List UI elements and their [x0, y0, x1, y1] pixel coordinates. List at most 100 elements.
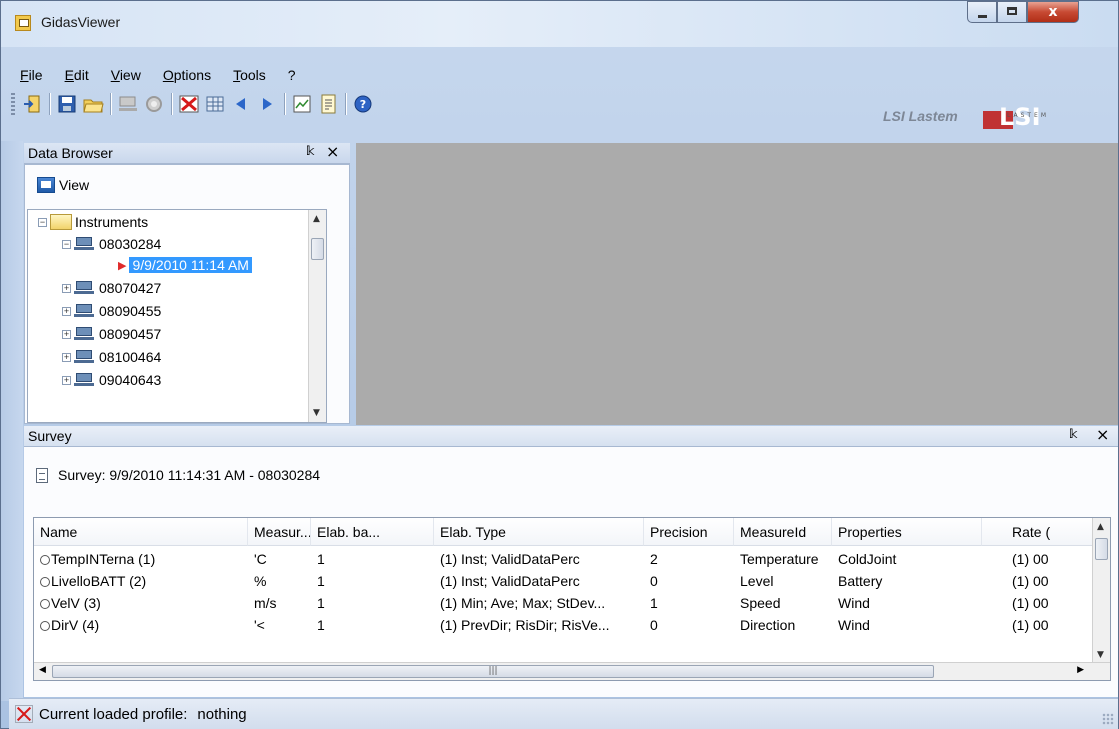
- table-cell: Speed: [740, 595, 781, 611]
- instrument-icon: [74, 237, 96, 251]
- scroll-left-icon[interactable]: ◀: [39, 665, 46, 675]
- pin-icon[interactable]: 𝕜: [1069, 427, 1077, 441]
- menu-edit[interactable]: Edit: [54, 63, 100, 85]
- pin-icon[interactable]: 𝕜: [306, 144, 314, 158]
- expand-icon[interactable]: +: [62, 352, 71, 362]
- unload-profile-icon[interactable]: [178, 93, 200, 115]
- column-header[interactable]: MeasureId: [734, 518, 832, 546]
- collapse-icon[interactable]: −: [62, 239, 71, 249]
- column-header[interactable]: Name: [34, 518, 248, 546]
- table-cell: Level: [740, 573, 774, 589]
- scroll-up-icon[interactable]: ▲: [1097, 522, 1104, 532]
- save-icon[interactable]: [56, 93, 78, 115]
- tree-node-instrument[interactable]: + 08100464: [62, 349, 161, 365]
- table-row[interactable]: VelV (3) m/s 1 (1) Min; Ave; Max; StDev.…: [34, 592, 1094, 614]
- expand-icon[interactable]: +: [62, 375, 71, 385]
- help-icon[interactable]: ?: [352, 93, 374, 115]
- chart-icon[interactable]: [291, 93, 313, 115]
- table-cell: (1) Inst; ValidDataPerc: [440, 551, 580, 567]
- instrument-tree[interactable]: − Instruments − 08030284 ▶ 9/9/2010 11:1…: [27, 209, 327, 423]
- resize-grip[interactable]: [1102, 713, 1114, 725]
- column-header[interactable]: Measur...: [248, 518, 311, 546]
- table-row[interactable]: LivelloBATT (2) % 1 (1) Inst; ValidDataP…: [34, 570, 1094, 592]
- tree-node-root[interactable]: − Instruments: [38, 214, 148, 230]
- radio-icon[interactable]: [40, 577, 50, 588]
- tree-node-instrument[interactable]: + 08090457: [62, 326, 161, 342]
- scroll-up-icon[interactable]: ▲: [313, 214, 320, 224]
- tree-node-instrument[interactable]: + 08070427: [62, 280, 161, 296]
- tree-node-instrument[interactable]: + 09040643: [62, 372, 161, 388]
- toolbar-separator: [171, 93, 172, 115]
- grid-icon[interactable]: [204, 93, 226, 115]
- exit-icon[interactable]: [21, 93, 43, 115]
- title-bar[interactable]: GidasViewer x: [1, 1, 1118, 47]
- menu-view[interactable]: View: [100, 63, 152, 85]
- survey-grid[interactable]: Name Measur... Elab. ba... Elab. Type Pr…: [33, 517, 1111, 681]
- expand-icon[interactable]: +: [62, 329, 71, 339]
- close-window-button[interactable]: x: [1027, 1, 1079, 23]
- tree-scrollbar[interactable]: ▲ ▼: [308, 210, 326, 422]
- table-cell: 1: [317, 595, 325, 611]
- instrument-icon: [74, 281, 96, 295]
- close-panel-icon[interactable]: ×: [326, 142, 339, 161]
- view-button[interactable]: View: [37, 177, 89, 193]
- scroll-thumb[interactable]: |||: [52, 665, 934, 678]
- survey-header[interactable]: Survey 𝕜 ×: [24, 425, 1118, 447]
- survey-caption: Survey: 9/9/2010 11:14:31 AM - 08030284: [36, 467, 320, 483]
- previous-icon[interactable]: [230, 93, 252, 115]
- column-header[interactable]: Properties: [832, 518, 982, 546]
- scroll-thumb[interactable]: [311, 238, 324, 260]
- menu-file[interactable]: File: [9, 63, 54, 85]
- grid-horizontal-scrollbar[interactable]: ◀ ||| ▶: [34, 662, 1110, 680]
- status-value: nothing: [197, 705, 247, 723]
- radio-icon[interactable]: [40, 621, 50, 632]
- tree-node-label: 08030284: [99, 236, 162, 252]
- data-browser-panel: View − Instruments − 08030284 ▶ 9/9/2010…: [24, 164, 350, 424]
- column-header[interactable]: Precision: [644, 518, 734, 546]
- scroll-thumb[interactable]: [1095, 538, 1108, 560]
- table-cell: 1: [317, 551, 325, 567]
- menu-options[interactable]: Options: [152, 63, 222, 85]
- tree-node-instrument[interactable]: − 08030284: [62, 236, 161, 252]
- table-row[interactable]: DirV (4) '< 1 (1) PrevDir; RisDir; RisVe…: [34, 614, 1094, 636]
- table-cell: 1: [317, 573, 325, 589]
- scroll-right-icon[interactable]: ▶: [1077, 665, 1084, 675]
- expand-icon[interactable]: +: [62, 283, 71, 293]
- table-cell: Battery: [838, 573, 883, 589]
- measure-name: DirV (4): [51, 617, 100, 633]
- data-browser-header[interactable]: Data Browser 𝕜 ×: [24, 142, 350, 164]
- view-label: View: [59, 177, 90, 193]
- expand-icon[interactable]: +: [62, 306, 71, 316]
- scroll-down-icon[interactable]: ▼: [313, 408, 320, 418]
- table-row[interactable]: TempINTerna (1) 'C 1 (1) Inst; ValidData…: [34, 548, 1094, 570]
- measure-name: TempINTerna (1): [51, 551, 156, 567]
- tree-node-instrument[interactable]: + 08090455: [62, 303, 161, 319]
- table-cell: Direction: [740, 617, 796, 633]
- radio-icon[interactable]: [40, 599, 50, 610]
- menu-tools[interactable]: Tools: [222, 63, 277, 85]
- close-panel-icon[interactable]: ×: [1096, 425, 1109, 444]
- app-window: GidasViewer x File Edit View Options Too…: [0, 0, 1119, 729]
- next-icon[interactable]: [256, 93, 278, 115]
- tree-node-label: 08070427: [99, 280, 162, 296]
- left-frame: [1, 141, 23, 701]
- toolbar-separator: [49, 93, 50, 115]
- minimize-button[interactable]: [967, 1, 997, 23]
- scroll-down-icon[interactable]: ▼: [1097, 650, 1104, 660]
- table-cell: m/s: [254, 595, 277, 611]
- open-folder-icon[interactable]: [82, 93, 104, 115]
- maximize-button[interactable]: [997, 1, 1027, 23]
- column-header[interactable]: Elab. ba...: [311, 518, 434, 546]
- tree-node-survey[interactable]: ▶ 9/9/2010 11:14 AM: [118, 257, 252, 273]
- collapse-icon[interactable]: −: [38, 217, 47, 227]
- toolbar-grip[interactable]: [11, 93, 15, 115]
- column-header[interactable]: Rate (: [982, 518, 1094, 546]
- radio-icon[interactable]: [40, 555, 50, 566]
- column-header[interactable]: Elab. Type: [434, 518, 644, 546]
- report-icon[interactable]: [317, 93, 339, 115]
- measure-name: LivelloBATT (2): [51, 573, 147, 589]
- menu-help[interactable]: ?: [277, 63, 307, 85]
- lsi-lastem-logo: LSI LASTEM: [983, 103, 1046, 131]
- grid-vertical-scrollbar[interactable]: ▲ ▼: [1092, 518, 1110, 664]
- table-cell: 'C: [254, 551, 267, 567]
